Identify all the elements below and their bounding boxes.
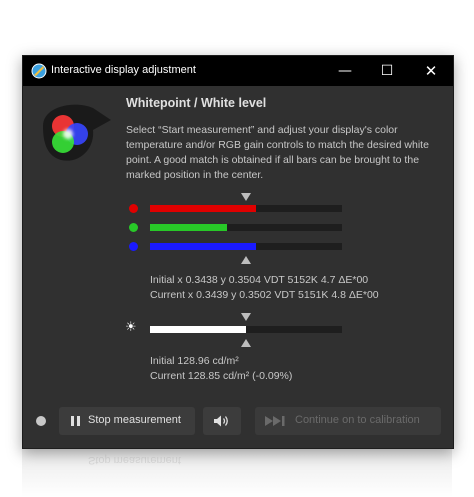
luminance-bar-fill [150, 326, 246, 333]
green-channel-dot [129, 223, 138, 232]
window-reflection: Stop measurement [22, 448, 452, 497]
whitepoint-initial: Initial x 0.3438 y 0.3504 VDT 5152K 4.7 … [150, 274, 369, 286]
sun-icon: ☀ [125, 320, 137, 335]
rgb-logo [43, 104, 111, 161]
luminance-initial: Initial 128.96 cd/m² [150, 355, 239, 367]
target-marker-bottom [241, 256, 251, 264]
luminance-current: Current 128.85 cd/m² (-0.09%) [150, 370, 293, 382]
red-bar-fill [150, 205, 256, 212]
window-title: Interactive display adjustment [51, 64, 196, 76]
red-bar-track [150, 205, 342, 212]
status-indicator [36, 416, 46, 426]
luminance-marker-top [241, 313, 251, 321]
red-channel-dot [129, 204, 138, 213]
green-bar-track [150, 224, 342, 231]
title-bar: Interactive display adjustment — ☐ ✕ [23, 56, 453, 86]
luminance-marker-bottom [241, 339, 251, 347]
blue-channel-dot [129, 242, 138, 251]
skip-forward-icon [265, 416, 285, 426]
instructions-text: Select “Start measurement” and adjust yo… [126, 124, 429, 181]
reflection-text: Stop measurement [88, 454, 181, 466]
speaker-icon [214, 415, 228, 427]
target-marker-top [241, 193, 251, 201]
green-bar-fill [150, 224, 227, 231]
minimize-button[interactable]: — [323, 56, 367, 86]
blue-bar-fill [150, 243, 256, 250]
adjustment-window: Interactive display adjustment — ☐ ✕ Whi… [22, 55, 454, 449]
pause-icon [71, 416, 80, 426]
whitepoint-current: Current x 0.3439 y 0.3502 VDT 5151K 4.8 … [150, 289, 379, 301]
stop-measurement-button[interactable]: Stop measurement [59, 407, 195, 435]
luminance-bar-track [150, 326, 342, 333]
continue-calibration-button[interactable]: Continue on to calibration [255, 407, 441, 435]
sound-toggle-button[interactable] [203, 407, 241, 435]
section-heading: Whitepoint / White level [126, 96, 267, 110]
stop-measurement-label: Stop measurement [88, 414, 181, 426]
close-button[interactable]: ✕ [409, 56, 453, 86]
continue-calibration-label: Continue on to calibration [295, 414, 420, 426]
maximize-button[interactable]: ☐ [365, 56, 409, 86]
app-icon [31, 63, 47, 79]
blue-bar-track [150, 243, 342, 250]
